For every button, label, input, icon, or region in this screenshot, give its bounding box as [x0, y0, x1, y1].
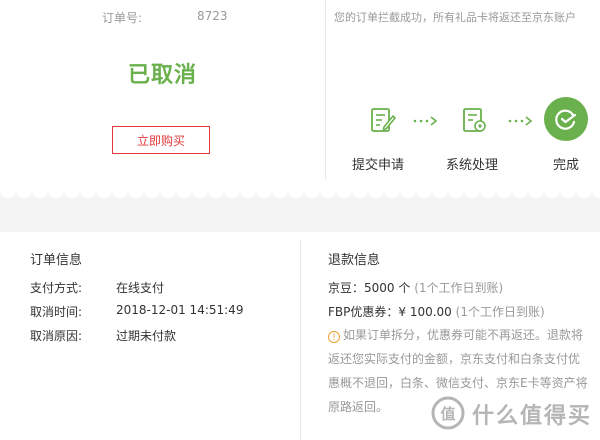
step-label-processing: 系统处理 [445, 158, 498, 173]
refund-jingdou-hint: (1个工作日到账) [414, 281, 504, 295]
order-status-text: 已取消 [127, 63, 197, 88]
refund-info-title: 退款信息 [328, 253, 381, 268]
scalloped-edge [0, 180, 600, 200]
watermark-text: 什么值得买 [472, 404, 593, 429]
smzdm-logo-icon: 值 [431, 396, 465, 430]
cancel-notice: 您的订单拦截成功，所有礼品卡将返还至京东账户 [334, 11, 576, 24]
watermark-logo-char: 值 [440, 405, 455, 423]
buy-now-button[interactable]: 立即购买 [112, 126, 210, 154]
payment-method-label: 支付方式: [30, 281, 83, 295]
order-number-value: 8723 [197, 9, 228, 23]
step-arrow-icon [508, 116, 533, 126]
refund-coupon-amount: FBP优惠券：¥ 100.00 [328, 305, 452, 319]
order-info-title: 订单信息 [30, 253, 83, 268]
cancel-time-label: 取消时间: [30, 305, 83, 319]
document-gear-icon [463, 108, 486, 132]
order-number-label: 订单号: [102, 11, 143, 25]
bottom-divider [300, 240, 301, 440]
form-edit-icon [371, 108, 396, 132]
step-label-submit: 提交申请 [351, 158, 404, 173]
cancel-time-value: 2018-12-01 14:51:49 [116, 303, 244, 317]
top-divider [325, 0, 326, 190]
checkmark-circle-icon [544, 97, 588, 141]
cancel-reason-value: 过期未付款 [116, 329, 177, 343]
watermark: 值 什么值得买 [430, 396, 595, 432]
step-label-done: 完成 [552, 158, 579, 173]
cancel-reason-label: 取消原因: [30, 329, 83, 343]
refund-coupon: FBP优惠券：¥ 100.00 (1个工作日到账) [328, 303, 545, 320]
refund-jingdou-amount: 京豆：5000 个 [328, 281, 411, 295]
refund-jingdou: 京豆：5000 个 (1个工作日到账) [328, 279, 503, 296]
refund-coupon-hint: (1个工作日到账) [455, 305, 545, 319]
step-arrow-icon [413, 116, 438, 126]
payment-method-value: 在线支付 [116, 281, 165, 295]
info-icon: ! [328, 331, 340, 343]
